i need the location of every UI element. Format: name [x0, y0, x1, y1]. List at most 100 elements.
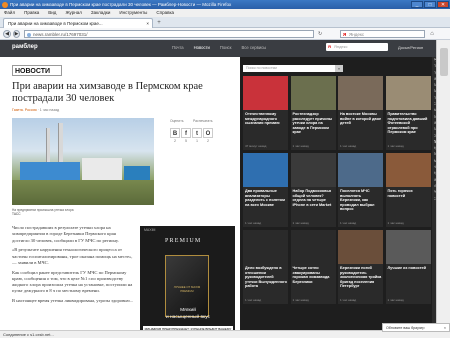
tab-close-icon[interactable]: × [146, 19, 149, 28]
ad-brand: MAXIM [144, 228, 155, 232]
menu-view[interactable]: Вид [48, 9, 56, 17]
menu-help[interactable]: Справка [156, 9, 174, 17]
maximize-button[interactable]: □ [424, 1, 436, 8]
news-card-title[interactable]: Правительство подготовила давший Фотеевс… [388, 112, 430, 135]
share-count: 1 [192, 139, 202, 143]
news-card-time: 47 минут назад [245, 144, 266, 148]
scrollbar-thumb[interactable] [440, 48, 448, 76]
vk-icon[interactable]: В [170, 128, 180, 138]
news-card-image[interactable] [338, 230, 383, 264]
news-card-image[interactable] [243, 153, 288, 187]
photo-caption: На предприятии произошла утечка хлора ТА… [12, 208, 152, 216]
ok-icon[interactable]: О [203, 128, 213, 138]
url-bar[interactable]: news.rambler.ru/17697031/ [24, 30, 314, 38]
tab-active[interactable]: При аварии на химзаводе в Пермском крае.… [3, 18, 153, 28]
news-card-title[interactable]: Ростехнадзор расследует причины утечки х… [293, 112, 335, 135]
reload-icon[interactable]: ↻ [318, 31, 322, 37]
menu-tools[interactable]: Инструменты [119, 9, 147, 17]
site-nav-news[interactable]: Новости [194, 45, 210, 50]
news-search-input[interactable]: Поиск по новостям [243, 65, 337, 72]
grass [12, 180, 154, 205]
news-card-time: 1 час назад [245, 221, 261, 225]
news-card-title[interactable]: Поселятся МЧС выполнять Березники, как п… [340, 189, 382, 212]
news-card-image[interactable] [243, 76, 288, 110]
news-card[interactable]: Дело возбуждено в отношении руководителе… [243, 230, 288, 304]
news-card-image[interactable] [386, 230, 431, 264]
close-icon[interactable]: × [444, 324, 446, 333]
facebook-icon[interactable]: f [181, 128, 191, 138]
news-card-image[interactable] [243, 230, 288, 264]
news-search-button[interactable]: » [335, 65, 343, 72]
news-card[interactable]: Ростехнадзор расследует причины утечки х… [291, 76, 336, 150]
news-card-image[interactable] [338, 76, 383, 110]
news-card-title[interactable]: Лучшие из новостей [388, 266, 430, 271]
news-card-title[interactable]: Березники погиб руководитель экологическ… [340, 266, 382, 289]
news-card-time: 1 час назад [340, 298, 356, 302]
window-controls: _ □ ✕ [411, 1, 449, 8]
site-nav-mail[interactable]: Почта [172, 45, 184, 50]
share-count: 2 [203, 139, 213, 143]
twitter-icon[interactable]: t [192, 128, 202, 138]
home-icon[interactable]: ⌂ [428, 30, 436, 38]
news-card-time: 1 час назад [293, 298, 309, 302]
article-photo [12, 118, 154, 205]
close-window-button[interactable]: ✕ [437, 1, 449, 8]
news-card-title[interactable]: Дело возбуждено в отношении руководителе… [245, 266, 287, 289]
site-nav-all-services[interactable]: Все сервисы [241, 45, 266, 50]
menu-history[interactable]: Журнал [65, 9, 81, 17]
yandex-icon: Я [343, 31, 346, 39]
vertical-scrollbar[interactable] [436, 40, 450, 330]
menu-edit[interactable]: Правка [24, 9, 39, 17]
news-card-time: 1 час назад [388, 144, 404, 148]
news-card-image[interactable] [386, 76, 431, 110]
factory-building [82, 158, 122, 182]
news-card-image[interactable] [291, 153, 336, 187]
news-card-image[interactable] [291, 76, 336, 110]
news-card-time: 1 час назад [388, 221, 404, 225]
menu-file[interactable]: Файл [4, 9, 15, 17]
minimize-button[interactable]: _ [411, 1, 423, 8]
news-card[interactable]: Пять горячих новостей 1 час назад [386, 153, 431, 227]
site-logo[interactable]: рамблер [12, 44, 38, 50]
site-search-input[interactable]: Я Яндекс [326, 43, 388, 51]
news-card-title[interactable]: Отечественному международного сызнания п… [245, 112, 287, 126]
news-card[interactable]: Поселятся МЧС выполнять Березники, как п… [338, 153, 383, 227]
news-card-title[interactable]: На востоке Москвы войне в которой двое д… [340, 112, 382, 126]
news-card-title[interactable]: Набор Подмосковья общий человек? отдела … [293, 189, 335, 207]
news-card[interactable]: Березники погиб руководитель экологическ… [338, 230, 383, 304]
news-card-title[interactable]: Четыре сотни эвакуированы горожан химзав… [293, 266, 335, 284]
news-card-title[interactable]: Пять горячих новостей [388, 189, 430, 198]
news-card[interactable]: Правительство подготовила давший Фотеевс… [386, 76, 431, 150]
window-titlebar: При аварии на химзаводе в Пермском крае … [0, 0, 450, 9]
news-card[interactable]: Два провальные анализаторы разделить с п… [243, 153, 288, 227]
menu-bookmarks[interactable]: Закладки [91, 9, 110, 17]
news-card-image[interactable] [291, 230, 336, 264]
globe-icon [27, 33, 31, 37]
share-count: 5 [181, 139, 191, 143]
yandex-icon: Я [328, 43, 331, 51]
article-paragraph: Как сообщил ранее представитель ГУ МЧС п… [12, 270, 134, 295]
news-card-image[interactable] [386, 153, 431, 187]
update-browser-notice[interactable]: Обновите ваш браузер × [382, 323, 450, 332]
back-button[interactable]: ◀ [3, 30, 11, 38]
news-card-image[interactable] [338, 153, 383, 187]
news-card[interactable]: Четыре сотни эвакуированы горожан химзав… [291, 230, 336, 304]
news-card-title[interactable]: Два провальные анализаторы разделить с п… [245, 189, 287, 207]
news-card[interactable]: Лучшие из новостей 1 час назад [386, 230, 431, 304]
article-source[interactable]: Газета. Россия [12, 108, 37, 112]
browser-search-input[interactable]: Я Яндекс [340, 30, 425, 38]
new-tab-button[interactable]: + [155, 19, 163, 27]
forward-button[interactable]: ▶ [13, 30, 20, 38]
factory-building [20, 162, 80, 182]
news-card-time: 1 час назад [388, 298, 404, 302]
news-card[interactable]: Набор Подмосковья общий человек? отдела … [291, 153, 336, 227]
print-link[interactable]: Распечатать [193, 119, 213, 123]
section-logo[interactable]: НОВОСТИ [12, 65, 62, 76]
ad-pack-text: ЛУЧШЕЕ ОТ MAXIM PREMIUM [168, 285, 206, 293]
news-card[interactable]: Отечественному международного сызнания п… [243, 76, 288, 150]
dossier-link[interactable]: Досье/Регион [398, 45, 423, 50]
ad-title: PREMIUM [165, 238, 201, 244]
ad-tagline: Мягкий [148, 308, 228, 313]
site-nav-search[interactable]: Поиск [220, 45, 232, 50]
news-card[interactable]: На востоке Москвы войне в которой двое д… [338, 76, 383, 150]
